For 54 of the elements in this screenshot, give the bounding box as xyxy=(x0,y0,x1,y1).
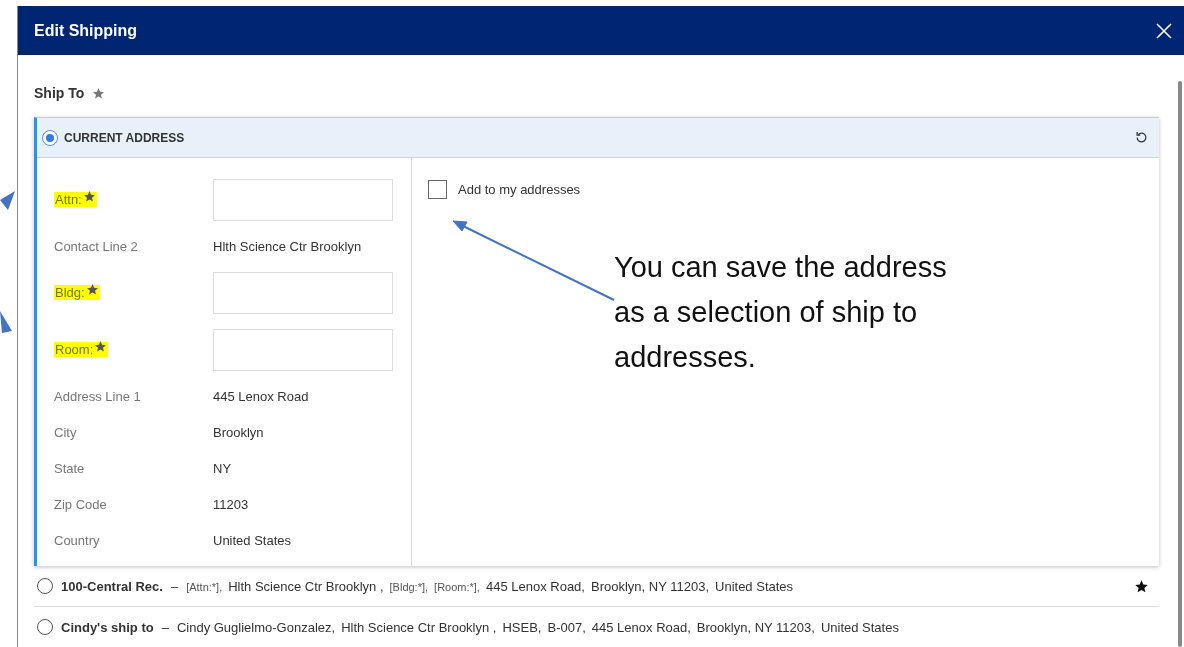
dialog-title: Edit Shipping xyxy=(34,21,138,40)
required-marker-text: [Bldg:*], xyxy=(389,580,429,593)
field-value: Brooklyn xyxy=(213,424,265,440)
dash: – xyxy=(161,619,169,635)
scrollbar-thumb[interactable] xyxy=(1178,81,1182,647)
radio-button[interactable] xyxy=(42,129,58,146)
input-field[interactable] xyxy=(213,328,393,371)
checkbox[interactable] xyxy=(428,180,447,199)
field-label: Address Line 1 xyxy=(54,388,141,404)
reset-icon[interactable] xyxy=(1134,130,1149,145)
required-star-icon xyxy=(82,190,96,203)
address-part: Hlth Science Ctr Brooklyn , xyxy=(341,619,497,635)
field-label: Contact Line 2 xyxy=(54,238,138,254)
arrow-tip-drawing xyxy=(0,311,12,333)
close-icon[interactable] xyxy=(1156,22,1172,39)
required-marker-text: [Attn:*], xyxy=(186,580,223,593)
dash: – xyxy=(170,578,179,594)
annotation-text: You can save the address as a selection of ship to addresses. xyxy=(614,250,948,375)
address-name: 100-Central Rec. xyxy=(61,578,163,594)
favorite-star-icon xyxy=(1134,578,1149,594)
address-part: Cindy Guglielmo-Gonzalez, xyxy=(176,619,336,635)
input-field[interactable] xyxy=(213,271,393,314)
input-field[interactable] xyxy=(213,178,393,221)
field-label: Zip Code xyxy=(54,496,107,512)
address-part: Hlth Science Ctr Brooklyn , xyxy=(228,578,384,594)
field-value: 445 Lenox Road xyxy=(213,388,310,404)
field-value: NY xyxy=(213,460,233,476)
field-value: United States xyxy=(213,532,293,548)
address-part: B-007, xyxy=(547,619,586,635)
field-value: 11203 xyxy=(213,496,250,512)
field-label: City xyxy=(54,424,77,440)
checkbox-label: Add to my addresses xyxy=(458,182,581,197)
address-part: Brooklyn, NY 11203, xyxy=(696,619,815,635)
radio-button[interactable] xyxy=(37,619,53,635)
field-label: Country xyxy=(54,532,100,548)
required-marker-text: [Room:*], xyxy=(434,580,480,593)
field-label: Attn: xyxy=(54,192,97,207)
address-part: United States xyxy=(820,619,899,635)
required-star-icon xyxy=(94,340,108,353)
address-name: Cindy's ship to xyxy=(61,619,154,635)
field-label: State xyxy=(54,460,85,476)
card-title: CURRENT ADDRESS xyxy=(64,130,186,145)
arrow-tip-drawing xyxy=(0,188,15,212)
ship-to-label: Ship To xyxy=(34,85,85,101)
address-part: Brooklyn, NY 11203, xyxy=(590,578,709,594)
address-part: 445 Lenox Road, xyxy=(485,578,585,594)
address-part: 445 Lenox Road, xyxy=(591,619,691,635)
field-label: Room: xyxy=(54,342,109,357)
field-label: Bldg: xyxy=(54,285,100,300)
field-value: Hlth Science Ctr Brooklyn xyxy=(213,238,363,254)
required-star-icon xyxy=(85,283,99,296)
radio-button[interactable] xyxy=(37,578,53,594)
address-part: United States xyxy=(715,578,794,594)
address-part: HSEB, xyxy=(502,619,542,635)
